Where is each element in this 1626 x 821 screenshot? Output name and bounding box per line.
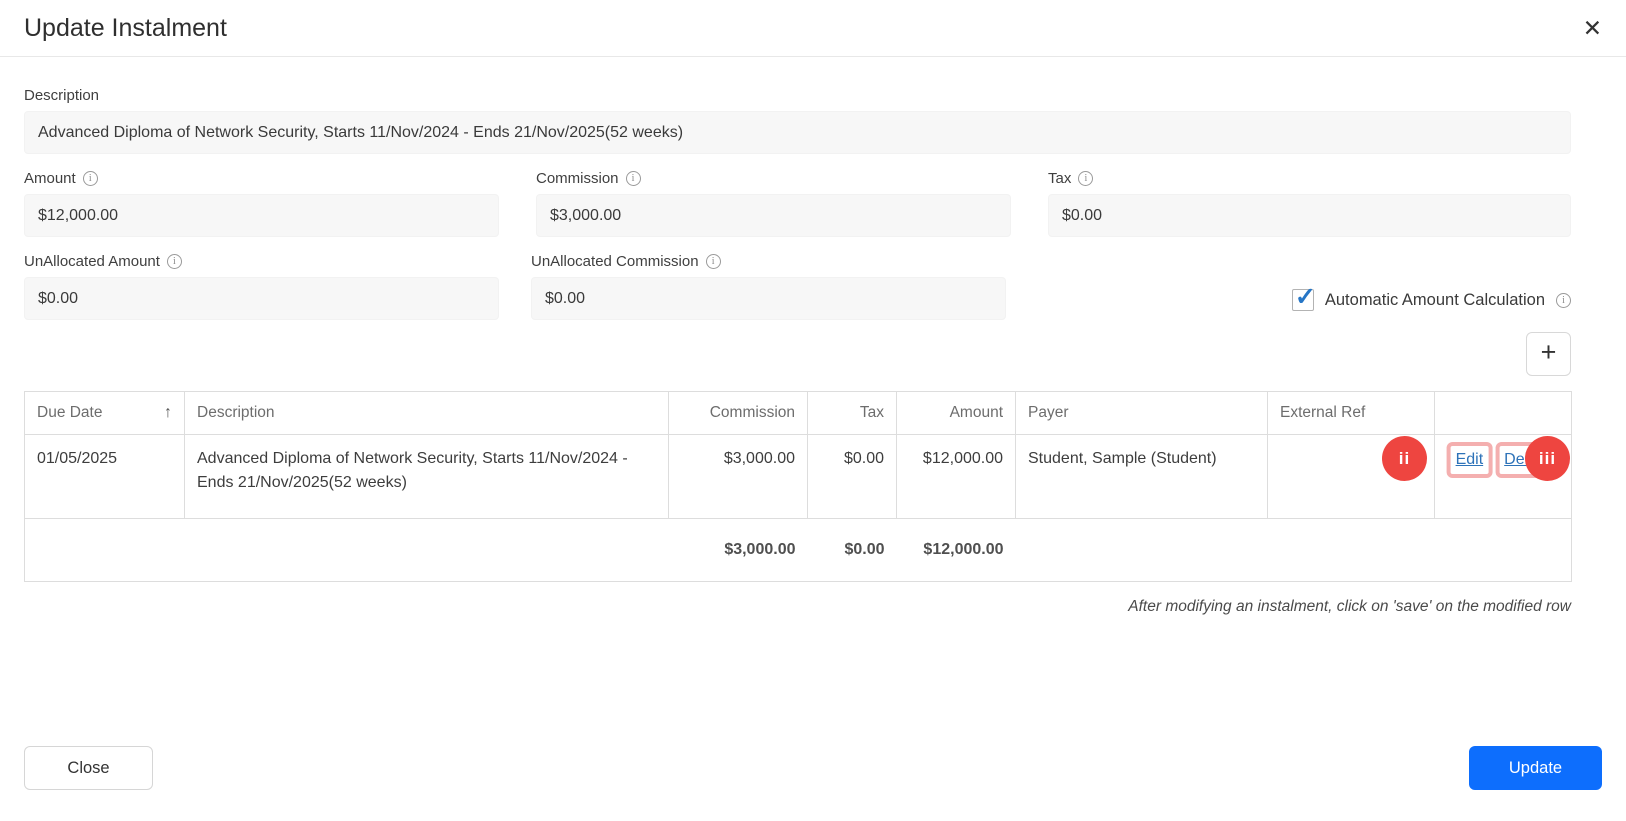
- description-label: Description: [24, 87, 1571, 104]
- totals-row: $3,000.00 $0.00 $12,000.00: [25, 519, 1572, 582]
- commission-label: Commission i: [536, 170, 1011, 187]
- amount-input[interactable]: $12,000.00: [24, 194, 499, 237]
- info-icon[interactable]: i: [83, 171, 98, 186]
- col-header-commission[interactable]: Commission: [669, 392, 808, 435]
- cell-payer: Student, Sample (Student): [1016, 435, 1268, 519]
- description-field-block: Description Advanced Diploma of Network …: [24, 87, 1571, 154]
- tax-label: Tax i: [1048, 170, 1571, 187]
- edit-link[interactable]: Edit: [1456, 451, 1484, 468]
- auto-calc-area: ✓ Automatic Amount Calculation i: [1038, 253, 1571, 320]
- page-title: Update Instalment: [24, 14, 227, 43]
- cell-due-date: 01/05/2025: [25, 435, 185, 519]
- unallocated-amount-field-block: UnAllocated Amount i $0.00: [24, 253, 499, 320]
- tax-field-block: Tax i $0.00: [1048, 170, 1571, 237]
- total-tax: $0.00: [808, 519, 897, 582]
- auto-calc-checkbox[interactable]: ✓: [1292, 289, 1314, 311]
- col-header-payer[interactable]: Payer: [1016, 392, 1268, 435]
- close-icon[interactable]: ✕: [1583, 17, 1602, 40]
- unallocated-commission-label: UnAllocated Commission i: [531, 253, 1006, 270]
- annotation-badge-iii: iii: [1525, 436, 1570, 481]
- annotation-badge-ii: ii: [1382, 436, 1427, 481]
- modal-body: Description Advanced Diploma of Network …: [24, 87, 1571, 616]
- check-icon: ✓: [1295, 282, 1316, 312]
- unallocated-commission-input[interactable]: $0.00: [531, 277, 1006, 320]
- info-icon[interactable]: i: [1078, 171, 1093, 186]
- close-button[interactable]: Close: [24, 746, 153, 790]
- info-icon[interactable]: i: [1556, 293, 1571, 308]
- unallocated-row: UnAllocated Amount i $0.00 UnAllocated C…: [24, 253, 1571, 320]
- cell-tax: $0.00: [808, 435, 897, 519]
- instalments-table: Due Date ↑ Description Commission Tax Am…: [24, 391, 1572, 582]
- col-header-actions: [1435, 392, 1572, 435]
- add-instalment-button[interactable]: +: [1526, 332, 1571, 376]
- auto-calc-group: ✓ Automatic Amount Calculation i: [1292, 289, 1571, 311]
- edit-annotation-box: Edit: [1447, 442, 1493, 478]
- total-commission: $3,000.00: [669, 519, 808, 582]
- amount-field-block: Amount i $12,000.00: [24, 170, 499, 237]
- col-header-external-ref[interactable]: External Ref: [1268, 392, 1435, 435]
- col-header-amount[interactable]: Amount: [897, 392, 1016, 435]
- tax-input[interactable]: $0.00: [1048, 194, 1571, 237]
- total-amount: $12,000.00: [897, 519, 1016, 582]
- cell-actions: ii Edit Delete iii: [1435, 435, 1572, 519]
- auto-calc-label: Automatic Amount Calculation: [1325, 291, 1545, 310]
- modal-footer: Close Update: [24, 746, 1602, 790]
- description-input[interactable]: Advanced Diploma of Network Security, St…: [24, 111, 1571, 154]
- info-icon[interactable]: i: [167, 254, 182, 269]
- add-row: +: [24, 332, 1571, 376]
- commission-input[interactable]: $3,000.00: [536, 194, 1011, 237]
- col-header-description[interactable]: Description: [185, 392, 669, 435]
- cell-commission: $3,000.00: [669, 435, 808, 519]
- amount-label: Amount i: [24, 170, 499, 187]
- cell-description: Advanced Diploma of Network Security, St…: [185, 435, 669, 519]
- unallocated-amount-label: UnAllocated Amount i: [24, 253, 499, 270]
- sort-ascending-icon[interactable]: ↑: [164, 404, 172, 422]
- commission-field-block: Commission i $3,000.00: [536, 170, 1011, 237]
- col-header-due-date[interactable]: Due Date ↑: [25, 392, 185, 435]
- info-icon[interactable]: i: [706, 254, 721, 269]
- unallocated-amount-input[interactable]: $0.00: [24, 277, 499, 320]
- instruction-note: After modifying an instalment, click on …: [24, 598, 1571, 616]
- info-icon[interactable]: i: [626, 171, 641, 186]
- amount-row: Amount i $12,000.00 Commission i $3,000.…: [24, 170, 1571, 237]
- col-header-tax[interactable]: Tax: [808, 392, 897, 435]
- table-row: 01/05/2025 Advanced Diploma of Network S…: [25, 435, 1572, 519]
- update-button[interactable]: Update: [1469, 746, 1602, 790]
- cell-amount: $12,000.00: [897, 435, 1016, 519]
- modal-header: Update Instalment ✕: [0, 0, 1626, 57]
- unallocated-commission-field-block: UnAllocated Commission i $0.00: [531, 253, 1006, 320]
- table-header-row: Due Date ↑ Description Commission Tax Am…: [25, 392, 1572, 435]
